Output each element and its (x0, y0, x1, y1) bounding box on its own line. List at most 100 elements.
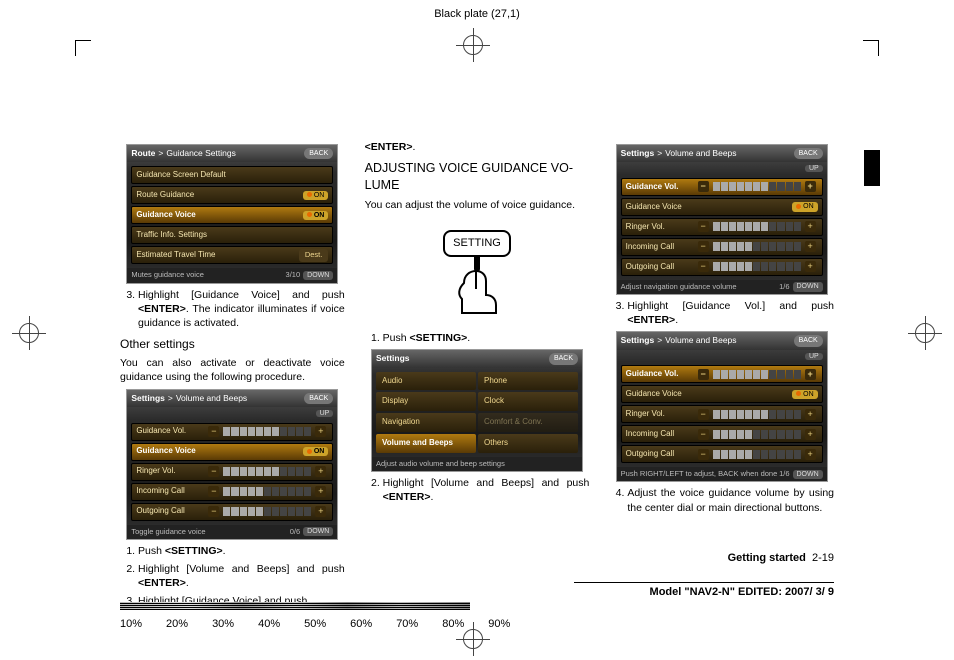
cell-navigation[interactable]: Navigation (376, 413, 476, 432)
cell-others[interactable]: Others (478, 434, 578, 453)
row-guidance-voice[interactable]: Guidance VoiceON (621, 385, 823, 403)
pct-80: 80% (442, 618, 464, 630)
pct-60: 60% (350, 618, 372, 630)
row-guidance-voice[interactable]: Guidance VoiceON (621, 198, 823, 216)
row-outgoing-call[interactable]: Outgoing Call−+ (621, 445, 823, 463)
step-4: Adjust the voice guidance volume by usin… (627, 486, 834, 514)
crumb-guidance-settings: Guidance Settings (166, 148, 235, 159)
up-button[interactable]: UP (805, 353, 823, 360)
page-indicator: 1/6 (779, 282, 789, 292)
plus-icon[interactable]: + (315, 426, 326, 437)
back-button[interactable]: BACK (304, 148, 333, 159)
model-line: Model "NAV2-N" EDITED: 2007/ 3/ 9 (574, 582, 834, 598)
screen-header: Route > Guidance Settings BACK (127, 145, 337, 162)
row-ringer-vol[interactable]: Ringer Vol.−+ (621, 405, 823, 423)
cell-clock[interactable]: Clock (478, 392, 578, 411)
row-incoming-call[interactable]: Incoming Call−+ (131, 483, 333, 501)
screenshot-volume-and-beeps-3: Settings > Volume and Beeps BACK UP Guid… (616, 331, 828, 482)
pct-40: 40% (258, 618, 280, 630)
crumb-route: Route (131, 148, 155, 159)
down-button[interactable]: DOWN (303, 271, 333, 280)
column-1: Route > Guidance Settings BACK Guidance … (120, 140, 345, 560)
page-edge-tab (864, 150, 880, 186)
step-list-1: Highlight [Guidance Voice] and push <ENT… (120, 288, 345, 331)
cell-volume-beeps[interactable]: Volume and Beeps (376, 434, 476, 453)
row-guidance-vol[interactable]: Guidance Vol.−+ (621, 178, 823, 196)
adjust-list-2: Highlight [Volume and Beeps] and push <E… (365, 476, 590, 504)
minus-icon[interactable]: − (208, 426, 219, 437)
pct-20: 20% (166, 618, 188, 630)
page-content: Route > Guidance Settings BACK Guidance … (120, 140, 834, 560)
pct-90: 90% (488, 618, 510, 630)
row-ringer-vol[interactable]: Ringer Vol.−+ (131, 463, 333, 481)
row-incoming-call[interactable]: Incoming Call−+ (621, 238, 823, 256)
row-outgoing-call[interactable]: Outgoing Call−+ (621, 258, 823, 276)
crumb-volume-beeps: Volume and Beeps (665, 148, 736, 159)
step-3: Highlight [Guidance Voice] and push <ENT… (138, 288, 345, 331)
crumb-sep: > (158, 148, 163, 159)
row-guidance-vol[interactable]: Guidance Vol.−+ (621, 365, 823, 383)
row-estimated-travel-time[interactable]: Estimated Travel TimeDest. (131, 246, 333, 264)
down-button[interactable]: DOWN (303, 527, 333, 536)
cell-display[interactable]: Display (376, 392, 476, 411)
screen-hint: Adjust navigation guidance volume (621, 282, 737, 292)
crop-mark-tr (863, 40, 879, 56)
back-button[interactable]: BACK (549, 353, 578, 364)
row-incoming-call[interactable]: Incoming Call−+ (621, 425, 823, 443)
other-settings-p: You can also activate or deactivate voic… (120, 356, 345, 384)
enter-cont: <ENTER> (365, 141, 413, 153)
page-indicator: 0/6 (290, 527, 300, 537)
registration-mark-top (460, 32, 486, 58)
row-route-guidance[interactable]: Route GuidanceON (131, 186, 333, 204)
page-indicator: 3/10 (286, 270, 301, 280)
proc-1: Push <SETTING>. (138, 544, 345, 558)
adj-2: Highlight [Volume and Beeps] and push <E… (383, 476, 590, 504)
registration-mark-right (912, 320, 938, 346)
setting-button: SETTING (443, 230, 511, 257)
step-3b: Highlight [Guidance Vol.] and push <ENTE… (627, 299, 834, 327)
row-guidance-vol[interactable]: Guidance Vol.−+ (131, 423, 333, 441)
screen-hint: Mutes guidance voice (131, 270, 204, 280)
screen-hint: Adjust audio volume and beep settings (376, 459, 505, 469)
step-list-4: Adjust the voice guidance volume by usin… (609, 486, 834, 514)
down-button[interactable]: DOWN (793, 470, 823, 479)
row-ringer-vol[interactable]: Ringer Vol.−+ (621, 218, 823, 236)
other-settings-heading: Other settings (120, 336, 345, 352)
row-guidance-screen-default[interactable]: Guidance Screen Default (131, 166, 333, 184)
column-3: Settings > Volume and Beeps BACK UP Guid… (609, 140, 834, 560)
down-button[interactable]: DOWN (793, 282, 823, 291)
adj-1: Push <SETTING>. (383, 331, 590, 345)
screenshot-settings-menu: Settings BACK Audio Phone Display Clock … (371, 349, 583, 472)
up-button[interactable]: UP (316, 410, 334, 417)
row-guidance-voice[interactable]: Guidance VoiceON (131, 443, 333, 461)
back-button[interactable]: BACK (304, 393, 333, 404)
pct-50: 50% (304, 618, 326, 630)
back-button[interactable]: BACK (794, 335, 823, 346)
hand-icon (442, 255, 512, 317)
adjust-voice-heading: ADJUSTING VOICE GUIDANCE VO- LUME (365, 160, 590, 194)
screenshot-volume-and-beeps-1: Settings > Volume and Beeps BACK UP Guid… (126, 389, 338, 540)
procedure-list: Push <SETTING>. Highlight [Volume and Be… (120, 544, 345, 609)
pct-70: 70% (396, 618, 418, 630)
cell-comfort: Comfort & Conv. (478, 413, 578, 432)
screenshot-route-guidance-settings: Route > Guidance Settings BACK Guidance … (126, 144, 338, 284)
step-list-3: Highlight [Guidance Vol.] and push <ENTE… (609, 299, 834, 327)
screen-header: Settings > Volume and Beeps BACK (127, 390, 337, 407)
screen-hint: Toggle guidance voice (131, 527, 205, 537)
registration-mark-left (16, 320, 42, 346)
adjust-list: Push <SETTING>. (365, 331, 590, 345)
percent-scale: 10% 20% 30% 40% 50% 60% 70% 80% 90% (120, 618, 510, 630)
page-indicator: 1/6 (779, 469, 789, 479)
black-plate-label: Black plate (27,1) (434, 8, 520, 20)
back-button[interactable]: BACK (794, 148, 823, 159)
row-guidance-voice[interactable]: Guidance VoiceON (131, 206, 333, 224)
pct-30: 30% (212, 618, 234, 630)
pct-10: 10% (120, 618, 142, 630)
settings-title: Settings (376, 353, 410, 364)
row-outgoing-call[interactable]: Outgoing Call−+ (131, 503, 333, 521)
cell-phone[interactable]: Phone (478, 372, 578, 391)
up-button[interactable]: UP (805, 165, 823, 172)
gradient-bar (120, 602, 470, 610)
row-traffic-info-settings[interactable]: Traffic Info. Settings (131, 226, 333, 244)
cell-audio[interactable]: Audio (376, 372, 476, 391)
